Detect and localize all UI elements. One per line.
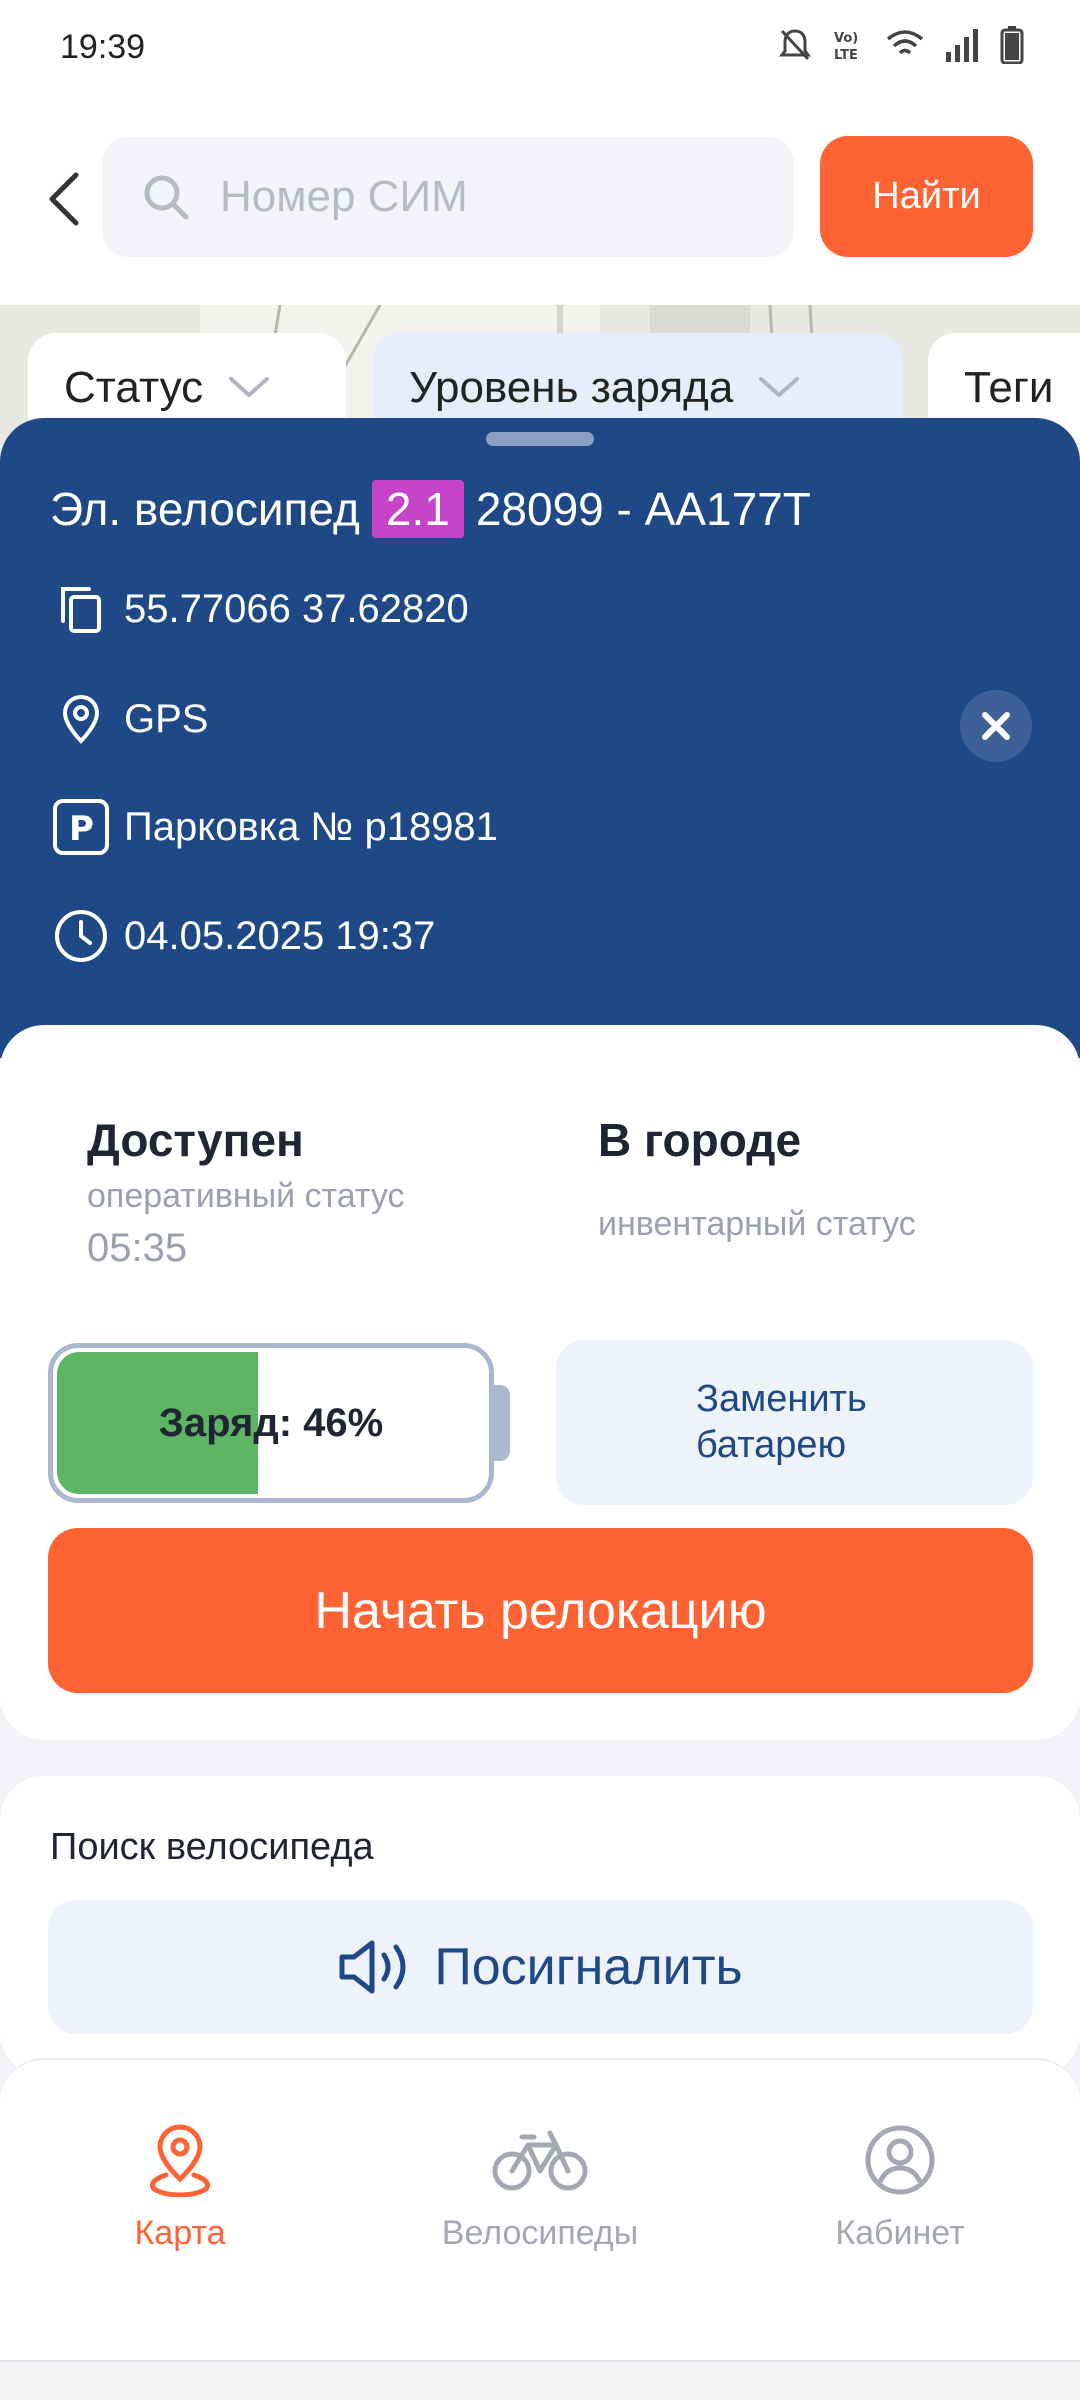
search-icon — [144, 175, 189, 220]
inventory-status-value: В городе — [598, 1114, 802, 1166]
operational-status-caption: оперативный статус — [87, 1177, 405, 1215]
status-icons: Vo) LTE — [778, 26, 1024, 69]
svg-text:Vo): Vo) — [834, 31, 858, 46]
operational-status-value: Доступен — [87, 1114, 304, 1166]
nav-item-cabinet[interactable]: Кабинет — [750, 2120, 1050, 2253]
back-button[interactable] — [36, 164, 92, 234]
vehicle-title: Эл. велосипед 2.1 28099 - АА177Т — [50, 480, 811, 538]
chevron-down-icon — [229, 377, 270, 397]
location-source-text: GPS — [124, 696, 209, 741]
status-card: Доступен оперативный статус 05:35 В горо… — [0, 1025, 1080, 1740]
vehicle-info-card: Эл. велосипед 2.1 28099 - АА177Т 55.7706… — [0, 418, 1080, 1058]
beep-button[interactable]: Посигналить — [48, 1900, 1033, 2034]
chevron-down-icon — [759, 377, 800, 397]
svg-text:LTE: LTE — [834, 48, 858, 63]
operational-status: Доступен оперативный статус 05:35 — [87, 1113, 405, 1271]
bike-search-card: Поиск велосипеда Посигналить — [0, 1776, 1080, 2076]
wifi-icon — [886, 29, 924, 66]
status-time: 19:39 — [60, 28, 146, 66]
nav-bikes-label: Велосипеды — [441, 2214, 639, 2252]
volte-icon: Vo) LTE — [832, 27, 866, 68]
replace-battery-label: Заменить батарею — [696, 1377, 867, 1466]
status-bar: 19:39 Vo) LTE — [0, 0, 1080, 100]
mute-icon — [778, 27, 812, 68]
svg-text:P: P — [69, 809, 94, 849]
nav-item-bikes[interactable]: Велосипеды — [390, 2120, 690, 2253]
system-gesture-bar — [0, 2360, 1080, 2400]
speaker-icon — [339, 1940, 406, 1994]
find-button[interactable]: Найти — [820, 136, 1033, 257]
location-pin-icon — [50, 688, 112, 750]
parking-text: Парковка № р18981 — [124, 804, 498, 849]
search-input[interactable] — [220, 172, 760, 222]
filter-charge-label: Уровень заряда — [409, 363, 734, 412]
nav-cabinet-label: Кабинет — [835, 2214, 965, 2252]
copy-icon[interactable] — [50, 578, 112, 640]
filter-status-label: Статус — [64, 363, 204, 412]
replace-battery-button[interactable]: Заменить батарею — [556, 1340, 1033, 1505]
bike-search-title: Поиск велосипеда — [50, 1826, 374, 1868]
bicycle-icon — [492, 2120, 588, 2200]
parking-row: P Парковка № р18981 — [50, 796, 498, 858]
coordinates-row[interactable]: 55.77066 37.62820 — [50, 578, 469, 640]
vehicle-type: Эл. велосипед — [50, 483, 360, 535]
drag-handle[interactable] — [486, 432, 594, 446]
clock-icon — [50, 905, 112, 967]
battery-indicator: Заряд: 46% — [48, 1343, 494, 1503]
battery-tip — [492, 1385, 510, 1461]
location-source-row: GPS — [50, 688, 208, 750]
inventory-status-caption: инвентарный статус — [598, 1205, 916, 1243]
timestamp-row: 04.05.2025 19:37 — [50, 905, 435, 967]
search-header: Найти — [0, 100, 1080, 305]
signal-icon — [944, 28, 980, 67]
parking-icon: P — [50, 796, 112, 858]
filter-tags-label: Теги — [964, 363, 1054, 412]
battery-icon — [1000, 26, 1024, 69]
model-badge: 2.1 — [371, 480, 464, 538]
vehicle-id: 28099 - АА177Т — [475, 483, 811, 535]
user-profile-icon — [864, 2120, 936, 2200]
close-button[interactable] — [960, 690, 1032, 762]
inventory-status: В городе инвентарный статус — [598, 1113, 916, 1244]
operational-status-time: 05:35 — [87, 1226, 188, 1270]
coordinates-text: 55.77066 37.62820 — [124, 586, 469, 631]
nav-item-map[interactable]: Карта — [30, 2120, 330, 2253]
beep-label: Посигналить — [434, 1938, 743, 1996]
battery-label: Заряд: 46% — [158, 1400, 384, 1445]
map-pin-icon — [144, 2120, 216, 2200]
start-relocation-button[interactable]: Начать релокацию — [48, 1528, 1033, 1693]
chevron-left-icon — [49, 172, 79, 226]
bottom-navigation: Карта Велосипеды Кабинет — [0, 2058, 1080, 2360]
timestamp-text: 04.05.2025 19:37 — [124, 913, 436, 958]
search-field[interactable] — [102, 137, 794, 257]
nav-map-label: Карта — [134, 2214, 226, 2252]
close-icon — [982, 712, 1010, 740]
